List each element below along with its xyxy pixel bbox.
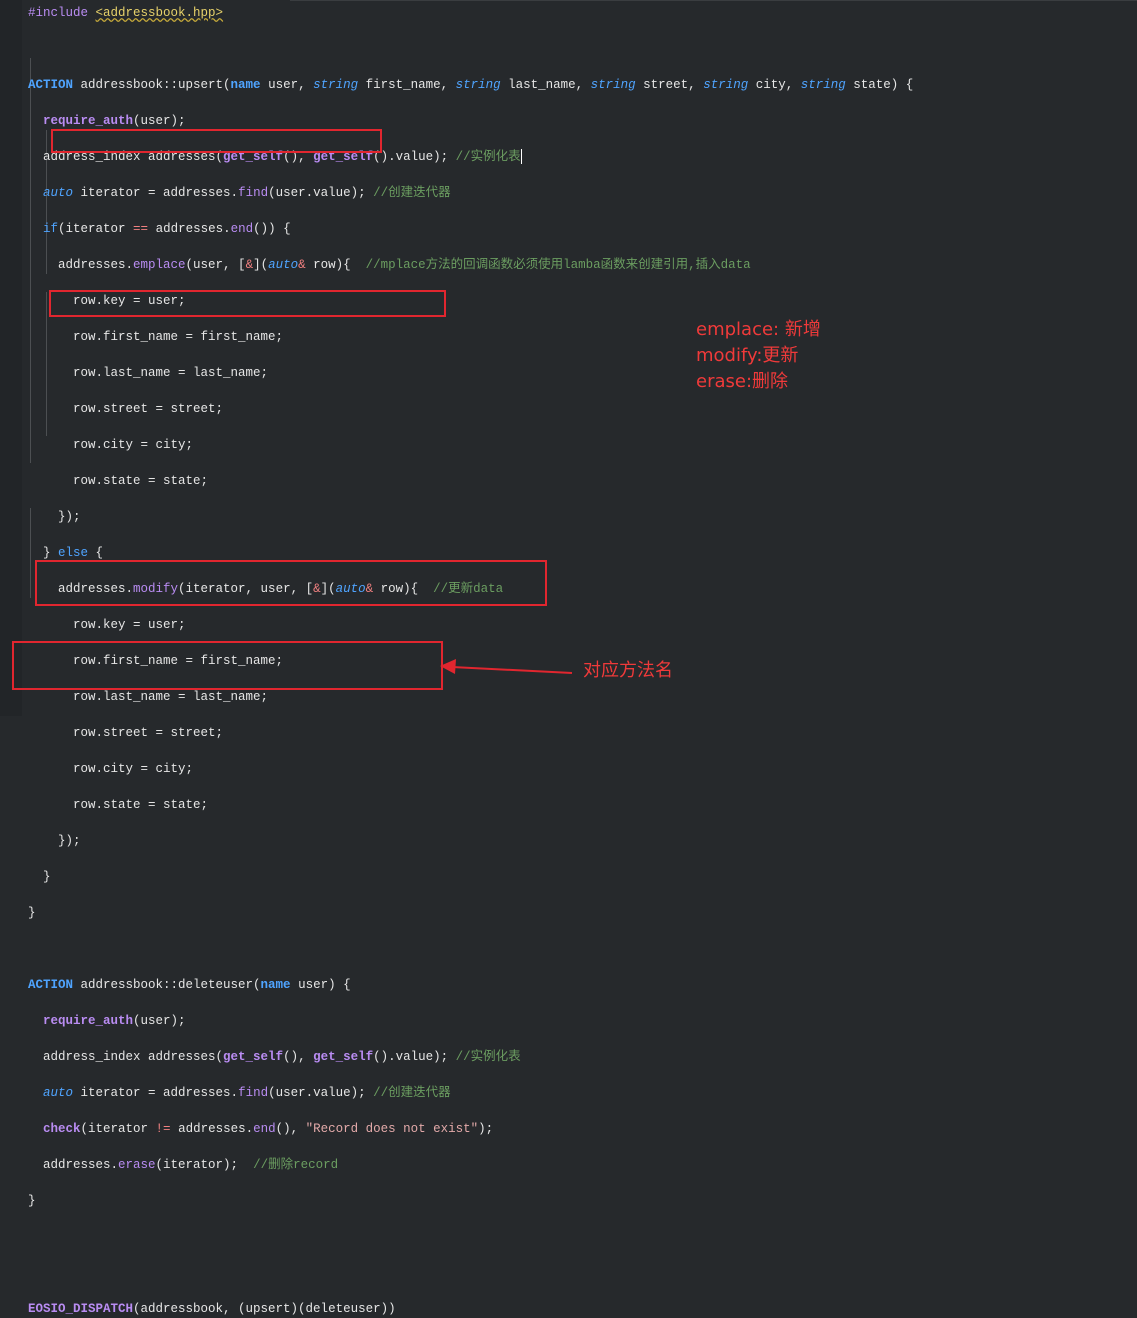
emplace-highlight-box bbox=[51, 129, 382, 153]
code-line: row.state = state; bbox=[73, 474, 209, 488]
code-line: row.key = user; bbox=[73, 618, 186, 632]
code-line: ACTION addressbook::upsert(name user, st… bbox=[28, 78, 914, 92]
code-line: }); bbox=[58, 510, 81, 524]
code-line: auto iterator = addresses.find(user.valu… bbox=[43, 1086, 451, 1100]
code-line: EOSIO_DISPATCH(addressbook, (upsert)(del… bbox=[28, 1302, 396, 1316]
text-cursor bbox=[520, 149, 522, 165]
code-line: if(iterator == addresses.end()) { bbox=[43, 222, 291, 236]
annotation-emplace: emplace: 新增 bbox=[696, 319, 821, 340]
code-line: addresses.erase(iterator); //删除record bbox=[43, 1158, 339, 1172]
code-line: row.street = street; bbox=[73, 402, 224, 416]
code-line: row.city = city; bbox=[73, 438, 194, 452]
code-line: }); bbox=[58, 834, 81, 848]
code-line: row.city = city; bbox=[73, 762, 194, 776]
code-line: auto iterator = addresses.find(user.valu… bbox=[43, 186, 451, 200]
code-line: require_auth(user); bbox=[43, 114, 186, 128]
annotation-erase: erase:删除 bbox=[696, 371, 789, 392]
code-line: } bbox=[28, 1194, 36, 1208]
code-line: require_auth(user); bbox=[43, 1014, 186, 1028]
check-erase-highlight-box bbox=[35, 560, 547, 606]
code-line: row.street = street; bbox=[73, 726, 224, 740]
code-line: check(iterator != addresses.end(), "Reco… bbox=[43, 1122, 494, 1136]
code-line: address_index addresses(get_self(), get_… bbox=[43, 1050, 521, 1064]
editor-gutter bbox=[0, 0, 22, 716]
code-line: } bbox=[28, 906, 36, 920]
code-line: addresses.emplace(user, [&](auto& row){ … bbox=[58, 258, 751, 272]
code-line: ACTION addressbook::deleteuser(name user… bbox=[28, 978, 351, 992]
annotation-modify: modify:更新 bbox=[696, 345, 799, 366]
code-line: } bbox=[43, 870, 51, 884]
modify-highlight-box bbox=[49, 290, 446, 317]
annotation-dispatch: 对应方法名 bbox=[583, 660, 673, 681]
code-line: row.state = state; bbox=[73, 798, 209, 812]
dispatch-highlight-box bbox=[12, 641, 443, 690]
code-line: #include <addressbook.hpp> bbox=[28, 6, 224, 20]
code-line: row.last_name = last_name; bbox=[73, 690, 269, 704]
